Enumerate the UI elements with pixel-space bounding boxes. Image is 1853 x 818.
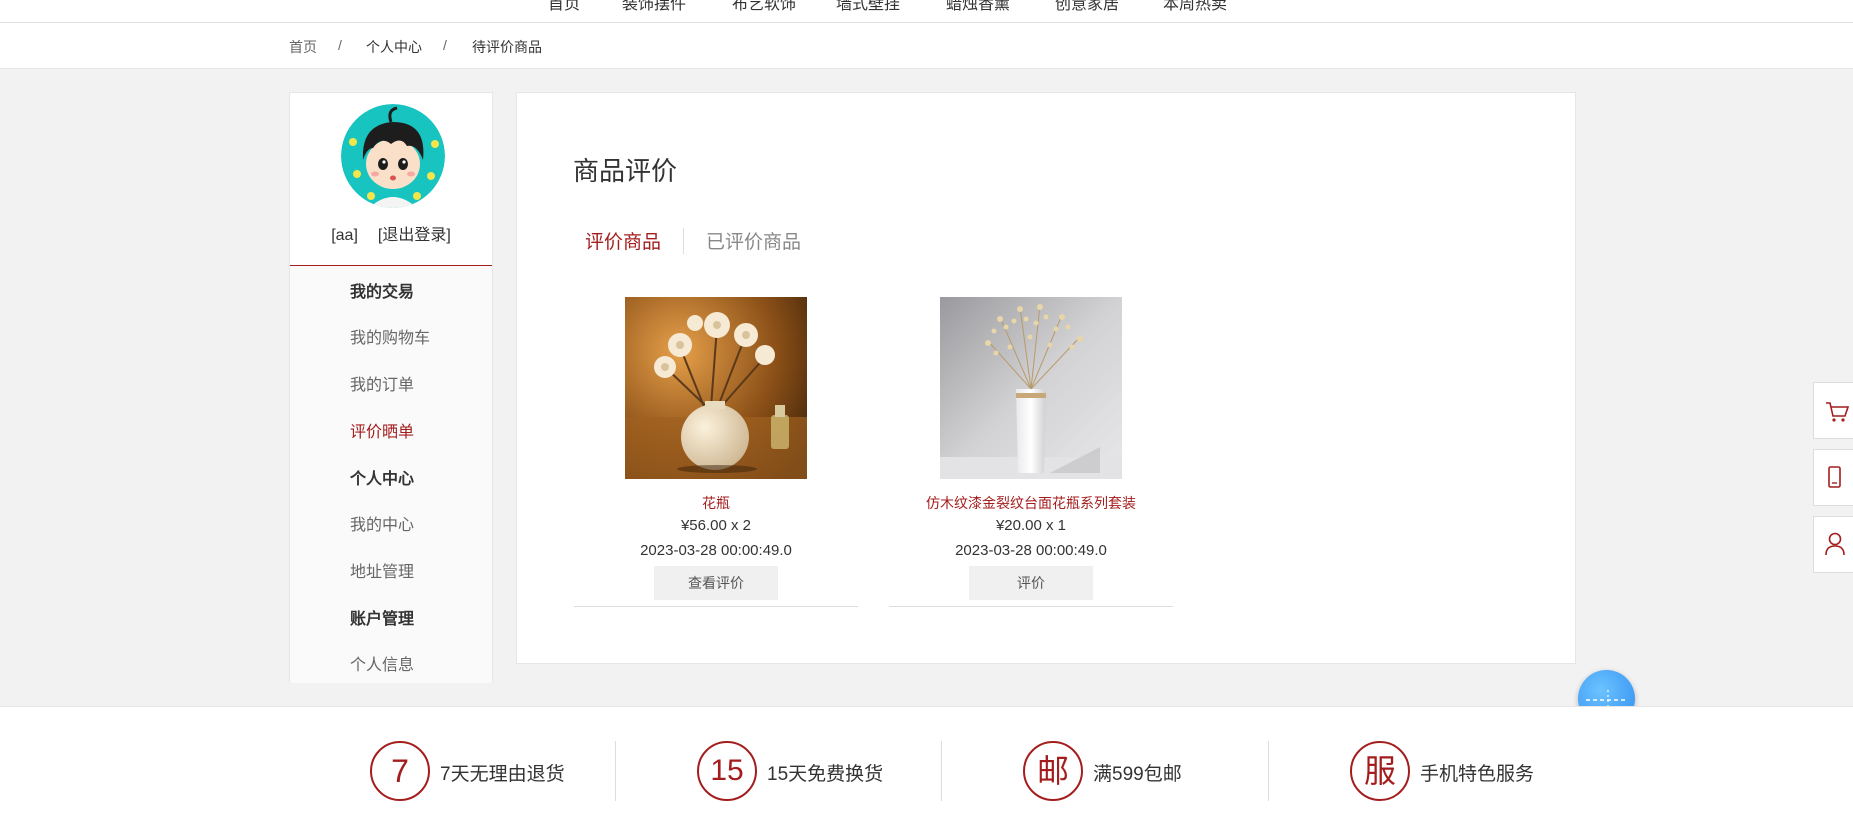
product-name[interactable]: 仿木纹漆金裂纹台面花瓶系列套装: [889, 493, 1173, 513]
exchange-icon: 15: [697, 741, 757, 801]
breadcrumb-personal-center[interactable]: 个人中心: [366, 37, 422, 57]
mobile-icon: [1828, 466, 1841, 488]
service-footer: 7 7天无理由退货 15 15天免费换货 邮 满599包邮 服 手机特色服务: [0, 706, 1853, 818]
logout-link[interactable]: [退出登录]: [378, 227, 451, 244]
footer-divider: [1268, 741, 1269, 801]
sidebar-group-account: 账户管理: [350, 611, 415, 628]
footer-divider: [615, 741, 616, 801]
order-date: 2023-03-28 00:00:49.0: [640, 542, 792, 559]
float-user-button[interactable]: [1813, 516, 1853, 573]
service-label: 15天免费换货: [767, 764, 884, 785]
top-nav: 首页 装饰摆件 布艺软饰 墙式壁挂 蜡烛香薰 创意家居 本周热卖: [0, 0, 1853, 23]
returns-icon: 7: [370, 741, 430, 801]
sidebar-group-trade: 我的交易: [350, 284, 415, 301]
breadcrumb: 首页 / 个人中心 / 待评价商品: [0, 23, 1853, 69]
sidebar-menu: 我的交易 我的购物车 我的订单 评价晒单 个人中心 我的中心 地址管理 账户管理…: [290, 266, 492, 683]
breadcrumb-separator: /: [443, 37, 447, 53]
user-info: [aa] [退出登录]: [290, 221, 492, 245]
view-review-button[interactable]: 查看评价: [654, 566, 778, 600]
product-image[interactable]: [940, 297, 1122, 479]
nav-item-home[interactable]: 首页: [548, 0, 580, 14]
float-mobile-button[interactable]: [1813, 449, 1853, 506]
breadcrumb-separator: /: [338, 37, 342, 53]
breadcrumb-home[interactable]: 首页: [289, 37, 317, 57]
service-label: 满599包邮: [1093, 764, 1182, 785]
tab-to-review[interactable]: 评价商品: [585, 227, 661, 254]
product-card: 仿木纹漆金裂纹台面花瓶系列套装 ¥20.00 x 1 2023-03-28 00…: [889, 297, 1173, 607]
product-price: ¥56.00 x 2: [680, 517, 752, 534]
sidebar-item-reviews[interactable]: 评价晒单: [350, 418, 414, 442]
vase-photo: [625, 297, 807, 479]
sidebar-item-cart[interactable]: 我的购物车: [350, 324, 430, 348]
sidebar-item-profile[interactable]: 个人信息: [350, 651, 414, 675]
vase-photo: [940, 297, 1122, 479]
cart-icon: [1826, 402, 1850, 422]
service-label: 7天无理由退货: [440, 764, 565, 785]
nav-item-weekly-hot[interactable]: 本周热卖: [1163, 0, 1227, 14]
breadcrumb-current: 待评价商品: [472, 39, 542, 55]
product-image[interactable]: [625, 297, 807, 479]
mail-icon: 邮: [1023, 741, 1083, 801]
nav-item-decor[interactable]: 装饰摆件: [622, 0, 686, 14]
footer-divider: [941, 741, 942, 801]
username: [aa]: [331, 227, 358, 244]
sidebar-group-personal-center: 个人中心: [350, 471, 415, 488]
nav-item-fabric[interactable]: 布艺软饰: [732, 0, 796, 14]
nav-item-candle[interactable]: 蜡烛香薰: [946, 0, 1010, 14]
sidebar: [aa] [退出登录] 我的交易 我的购物车 我的订单 评价晒单 个人中心 我的中…: [289, 92, 493, 683]
tab-divider: [683, 227, 685, 254]
review-tabs: 评价商品 已评价商品: [585, 227, 801, 254]
float-cart-button[interactable]: [1813, 382, 1853, 439]
review-button[interactable]: 评价: [969, 566, 1093, 600]
nav-item-wall[interactable]: 墙式壁挂: [836, 0, 900, 14]
avatar-image: [341, 104, 445, 208]
order-date: 2023-03-28 00:00:49.0: [955, 542, 1107, 559]
sidebar-item-my-center[interactable]: 我的中心: [350, 511, 414, 535]
product-price: ¥20.00 x 1: [995, 517, 1067, 534]
sidebar-item-address[interactable]: 地址管理: [350, 558, 414, 582]
nav-item-creative[interactable]: 创意家居: [1055, 0, 1119, 14]
user-icon: [1825, 532, 1845, 556]
tab-reviewed[interactable]: 已评价商品: [706, 227, 801, 254]
page-title: 商品评价: [573, 156, 678, 186]
review-panel: 商品评价 评价商品 已评价商品 花瓶 ¥56.00 x 2 2023-03-28…: [516, 92, 1576, 664]
avatar[interactable]: [341, 104, 445, 208]
product-card: 花瓶 ¥56.00 x 2 2023-03-28 00:00:49.0 查看评价: [574, 297, 858, 607]
sidebar-item-orders[interactable]: 我的订单: [350, 371, 414, 395]
product-name[interactable]: 花瓶: [574, 493, 858, 513]
service-icon: 服: [1350, 741, 1410, 801]
service-label: 手机特色服务: [1420, 764, 1535, 785]
